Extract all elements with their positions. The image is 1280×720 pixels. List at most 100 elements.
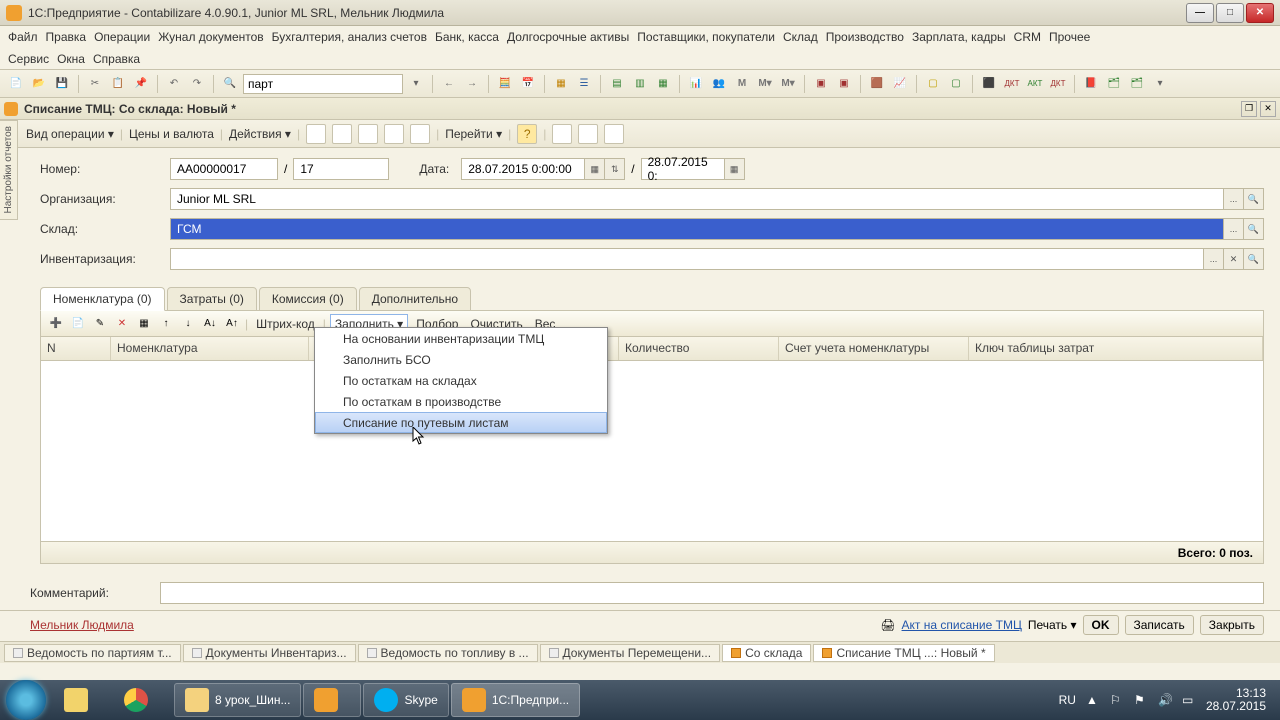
tb-m3[interactable]: M▾ [778, 74, 798, 94]
cmd-help-icon[interactable]: ? [517, 124, 537, 144]
task-folder[interactable]: 8 урок_Шин... [174, 683, 301, 717]
toolbar-paste-icon[interactable]: 📌 [131, 74, 151, 94]
date-calendar-button[interactable]: ▦ [585, 158, 605, 180]
menu-journal[interactable]: Жунал документов [158, 30, 263, 44]
doc-restore-button[interactable]: ❐ [1241, 101, 1257, 117]
grid-barcode-label[interactable]: Штрих-код [256, 317, 315, 331]
tb-r1[interactable]: ▣ [811, 74, 831, 94]
tb-y1[interactable]: ▢ [923, 74, 943, 94]
tab-commission[interactable]: Комиссия (0) [259, 287, 357, 311]
tray-clock[interactable]: 13:13 28.07.2015 [1206, 687, 1266, 713]
inv-search-button[interactable]: 🔍 [1244, 248, 1264, 270]
date-input[interactable]: 28.07.2015 0:00:00 [461, 158, 585, 180]
store-choose-button[interactable]: ... [1224, 218, 1244, 240]
doc-close-button[interactable]: ✕ [1260, 101, 1276, 117]
grid-sort-asc-icon[interactable]: A↓ [201, 315, 219, 333]
minimize-button[interactable]: — [1186, 3, 1214, 23]
menu-assets[interactable]: Долгосрочные активы [507, 30, 629, 44]
cmd-actions[interactable]: Действия ▾ [229, 127, 291, 141]
toolbar-copy-icon[interactable]: 📋 [108, 74, 128, 94]
col-n[interactable]: N [41, 337, 111, 360]
wintab-2[interactable]: Ведомость по топливу в ... [358, 644, 538, 662]
tb-tree-icon[interactable]: 🗂 [1104, 74, 1124, 94]
dd-item-waybills[interactable]: Списание по путевым листам [315, 412, 607, 433]
cmd-icon-2[interactable] [332, 124, 352, 144]
menu-edit[interactable]: Правка [46, 30, 87, 44]
toolbar-cut-icon[interactable]: ✂ [85, 74, 105, 94]
date-spin-button[interactable]: ⇅ [605, 158, 625, 180]
toolbar-search-go-icon[interactable]: ▾ [406, 74, 426, 94]
menu-warehouse[interactable]: Склад [783, 30, 818, 44]
print-dropdown[interactable]: Печать ▾ [1028, 618, 1077, 632]
tb-cube-icon[interactable]: 🟫 [867, 74, 887, 94]
task-1c-active[interactable]: 1С:Предпри... [451, 683, 580, 717]
tb-g3[interactable]: ▤ [607, 74, 627, 94]
cmd-icon-3[interactable] [358, 124, 378, 144]
task-chrome[interactable] [114, 683, 172, 717]
store-search-button[interactable]: 🔍 [1244, 218, 1264, 240]
tb-book-icon[interactable]: 📕 [1081, 74, 1101, 94]
menu-bank[interactable]: Банк, касса [435, 30, 499, 44]
tab-additional[interactable]: Дополнительно [359, 287, 471, 311]
tb-end[interactable]: ▾ [1150, 74, 1170, 94]
maximize-button[interactable]: □ [1216, 3, 1244, 23]
menu-production[interactable]: Производство [826, 30, 904, 44]
cmd-icon-8[interactable] [604, 124, 624, 144]
task-1c-1[interactable] [303, 683, 361, 717]
tb-g1[interactable]: ▦ [551, 74, 571, 94]
tb-akt[interactable]: АКТ [1025, 74, 1045, 94]
number-seq-input[interactable]: 17 [293, 158, 389, 180]
dd-item-inventory[interactable]: На основании инвентаризации ТМЦ [315, 328, 607, 349]
dd-item-stock[interactable]: По остаткам на складах [315, 370, 607, 391]
menu-salary[interactable]: Зарплата, кадры [912, 30, 1006, 44]
grid-sort-desc-icon[interactable]: A↑ [223, 315, 241, 333]
inv-clear-button[interactable]: ✕ [1224, 248, 1244, 270]
tb-chart-icon[interactable]: 📊 [686, 74, 706, 94]
wintab-4[interactable]: Со склада [722, 644, 811, 662]
menu-accounting[interactable]: Бухгалтерия, анализ счетов [272, 30, 427, 44]
cmd-icon-5[interactable] [410, 124, 430, 144]
org-choose-button[interactable]: ... [1224, 188, 1244, 210]
tb-r2[interactable]: ▣ [834, 74, 854, 94]
col-nomenclature[interactable]: Номенклатура [111, 337, 309, 360]
toolbar-new-icon[interactable]: 📄 [6, 74, 26, 94]
grid-body[interactable] [41, 361, 1263, 541]
tray-lang[interactable]: RU [1059, 693, 1076, 707]
tb-dkt2[interactable]: ДКТ [1048, 74, 1068, 94]
save-button[interactable]: Записать [1125, 615, 1194, 635]
menu-help[interactable]: Справка [93, 52, 140, 66]
wintab-3[interactable]: Документы Перемещени... [540, 644, 721, 662]
dd-item-bso[interactable]: Заполнить БСО [315, 349, 607, 370]
cmd-goto[interactable]: Перейти ▾ [445, 127, 502, 141]
col-account[interactable]: Счет учета номенклатуры [779, 337, 969, 360]
wintab-5[interactable]: Списание ТМЦ ...: Новый * [813, 644, 994, 662]
wintab-0[interactable]: Ведомость по партиям т... [4, 644, 181, 662]
col-costkey[interactable]: Ключ таблицы затрат [969, 337, 1263, 360]
cmd-icon-4[interactable] [384, 124, 404, 144]
toolbar-undo-icon[interactable]: ↶ [164, 74, 184, 94]
tab-costs[interactable]: Затраты (0) [167, 287, 257, 311]
toolbar-search-icon[interactable]: 🔍 [220, 74, 240, 94]
org-input[interactable]: Junior ML SRL [170, 188, 1224, 210]
grid-del-icon[interactable]: ✕ [113, 315, 131, 333]
tray-volume-icon[interactable]: 🔊 [1158, 693, 1172, 707]
menu-operations[interactable]: Операции [94, 30, 150, 44]
grid-add-icon[interactable]: ➕ [47, 315, 65, 333]
inv-choose-button[interactable]: ... [1204, 248, 1224, 270]
toolbar-redo-icon[interactable]: ↷ [187, 74, 207, 94]
grid-edit-icon[interactable]: ✎ [91, 315, 109, 333]
tb-tree2-icon[interactable]: 🗂 [1127, 74, 1147, 94]
toolbar-back-icon[interactable]: ← [439, 74, 459, 94]
close-doc-button[interactable]: Закрыть [1200, 615, 1264, 635]
tray-flag-icon[interactable]: ▲ [1086, 693, 1100, 707]
task-skype[interactable]: Skype [363, 683, 448, 717]
author-link[interactable]: Мельник Людмила [30, 618, 134, 632]
number-input[interactable]: АА00000017 [170, 158, 278, 180]
toolbar-save-icon[interactable]: 💾 [52, 74, 72, 94]
store-input[interactable]: ГСМ [170, 218, 1224, 240]
toolbar-calendar-icon[interactable]: 📅 [518, 74, 538, 94]
cmd-icon-1[interactable] [306, 124, 326, 144]
dd-item-production[interactable]: По остаткам в производстве [315, 391, 607, 412]
org-search-button[interactable]: 🔍 [1244, 188, 1264, 210]
toolbar-fwd-icon[interactable]: → [462, 74, 482, 94]
